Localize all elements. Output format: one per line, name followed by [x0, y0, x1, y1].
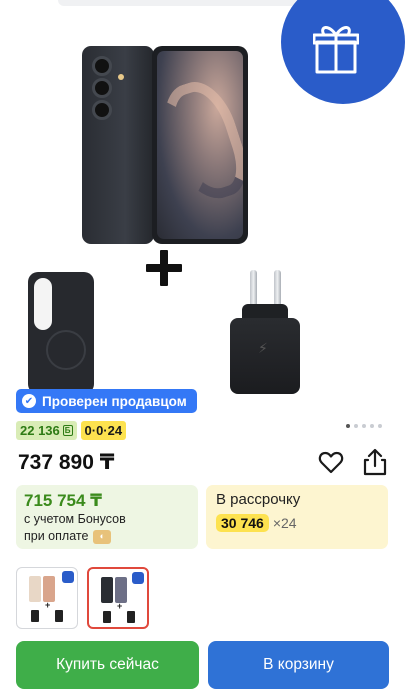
bonus-coin-icon: ◐ — [93, 529, 112, 544]
pagination-dot[interactable] — [346, 424, 350, 428]
product-price: 737 890 ₸ — [18, 451, 115, 474]
charger-body: ⚡ — [230, 318, 300, 394]
verified-seller-label: Проверен продавцом — [42, 393, 187, 409]
plus-icon: + — [117, 601, 123, 611]
promo-chips: 22 136 Б 0·0·24 — [16, 421, 127, 440]
wallpaper-swirl — [157, 73, 243, 209]
bonus-chip-value: 22 136 — [20, 423, 60, 438]
add-to-cart-button[interactable]: В корзину — [208, 641, 389, 689]
check-circle-icon: ✔ — [22, 394, 36, 408]
phone-front — [152, 46, 248, 244]
gallery-pagination[interactable] — [346, 424, 382, 428]
gift-icon — [313, 26, 359, 74]
variant-thumbnail[interactable]: + — [16, 567, 78, 629]
installment-monthly: 30 746 — [216, 514, 269, 532]
pagination-dot[interactable] — [362, 424, 366, 428]
bonus-price-box[interactable]: 715 754 ₸ с учетом Бонусов при оплате ◐ — [16, 485, 198, 549]
product-image-phone[interactable] — [82, 46, 248, 244]
pagination-dot[interactable] — [378, 424, 382, 428]
bolt-icon: ⚡ — [258, 340, 268, 356]
bonus-chip-unit: Б — [62, 425, 73, 436]
product-image-case — [28, 272, 94, 394]
camera-lens — [92, 100, 112, 120]
bonus-chip: 22 136 Б — [16, 421, 77, 440]
phone-screen — [157, 51, 243, 239]
share-icon[interactable] — [362, 448, 388, 476]
installment-chip: 0·0·24 — [80, 421, 127, 440]
thumb-case — [103, 611, 111, 623]
camera-lens — [92, 56, 112, 76]
bonus-price-caption-text: при оплате — [24, 529, 89, 543]
camera-lens — [92, 78, 112, 98]
heart-icon[interactable] — [318, 450, 344, 476]
variant-thumbnail-selected[interactable]: + — [87, 567, 149, 629]
thumb-phone — [101, 577, 113, 603]
bonus-price: 715 754 ₸ — [24, 491, 103, 510]
plus-icon: + — [45, 600, 51, 610]
installment-chip-value: 0·0·24 — [84, 423, 123, 438]
product-image-charger: ⚡ — [230, 270, 300, 420]
phone-back — [82, 46, 154, 244]
installment-row: 30 746 ×24 — [216, 514, 378, 532]
thumb-charger — [55, 610, 63, 622]
installment-months: ×24 — [272, 515, 297, 531]
bonus-price-caption: с учетом Бонусов — [24, 512, 126, 526]
pagination-dot[interactable] — [354, 424, 358, 428]
bonus-price-caption-2: при оплате ◐ — [24, 528, 190, 545]
case-magnet-ring — [46, 330, 86, 370]
thumb-phone — [29, 576, 41, 602]
installment-title: В рассрочку — [216, 491, 301, 508]
installment-box[interactable]: В рассрочку 30 746 ×24 — [206, 485, 388, 549]
case-camera-cutout — [34, 278, 52, 330]
gift-icon — [132, 572, 144, 584]
gift-icon — [62, 571, 74, 583]
plus-icon — [146, 250, 182, 286]
verified-seller-badge[interactable]: ✔ Проверен продавцом — [16, 389, 197, 413]
thumb-phone — [115, 577, 127, 603]
thumb-case — [31, 610, 39, 622]
thumb-charger — [127, 611, 135, 623]
camera-flash — [118, 74, 124, 80]
gift-badge[interactable] — [281, 0, 405, 104]
thumb-phone — [43, 576, 55, 602]
buy-now-button[interactable]: Купить сейчас — [16, 641, 199, 689]
pagination-dot[interactable] — [370, 424, 374, 428]
